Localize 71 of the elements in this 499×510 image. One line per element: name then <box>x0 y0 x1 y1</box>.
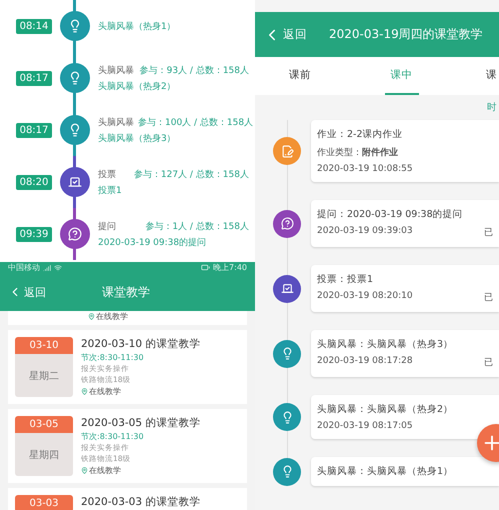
activity-title: 提问：2020-03-19 09:38的提问 <box>317 208 464 221</box>
screen-title: 课堂教学 <box>102 284 150 300</box>
activity-card[interactable]: 投票：投票1 2020-03-19 08:20:10 已 <box>311 265 499 312</box>
period-label: 节次:8:30-11:30 <box>81 352 145 363</box>
activity-type: 头脑风暴 <box>98 64 134 76</box>
location-label: 在线教学 <box>96 311 128 322</box>
class-card[interactable]: 03-03 2020-03-03 的课堂教学 <box>8 488 247 510</box>
activity-type: 投票 <box>98 168 116 180</box>
weekday-label: 星期二 <box>15 354 73 397</box>
tab[interactable]: 课 <box>486 57 499 95</box>
location-pin-icon <box>81 467 88 474</box>
date-label: 03-03 <box>15 495 73 510</box>
clock-time: 晚上7:40 <box>213 262 247 273</box>
time-badge: 08:14 <box>16 18 52 34</box>
participation-count: 参与：93人 / 总数：158人 <box>140 64 249 76</box>
time-badge: 08:20 <box>16 174 52 190</box>
location-label: 在线教学 <box>89 386 121 397</box>
activity-title: 头脑风暴：头脑风暴（热身2） <box>317 403 454 416</box>
period-label: 节次:8:30-11:30 <box>81 431 145 442</box>
activity-title: 头脑风暴：头脑风暴（热身3） <box>317 338 454 351</box>
activity-datetime: 2020-03-19 08:17:28 <box>317 356 413 368</box>
brainstorm-icon <box>273 458 301 486</box>
activity-datetime: 2020-03-19 08:17:05 <box>317 421 413 431</box>
brainstorm-icon <box>273 340 301 368</box>
tab[interactable]: 课前 <box>283 57 317 95</box>
activity-title: 投票1 <box>98 184 123 196</box>
time-badge: 08:17 <box>16 122 52 138</box>
time-badge: 09:39 <box>16 226 52 242</box>
status-label: 已 <box>484 357 493 369</box>
location-pin-icon <box>88 313 95 320</box>
activity-datetime: 2020-03-19 09:39:03 <box>317 226 413 238</box>
battery-icon <box>201 263 210 272</box>
participation-count: 参与：100人 / 总数：158人 <box>138 116 254 128</box>
activity-type: 头脑风暴 <box>98 116 134 128</box>
brainstorm-icon <box>273 403 301 431</box>
class-title: 2020-03-05 的课堂教学 <box>81 416 200 430</box>
class-title: 2020-03-03 的课堂教学 <box>81 495 200 509</box>
activity-card[interactable]: 头脑风暴：头脑风暴（热身2） 2020-03-19 08:17:05 <box>311 395 499 439</box>
homework-icon <box>273 137 301 165</box>
activity-datetime: 2020-03-19 08:20:10 <box>317 291 413 303</box>
activity-title: 头脑风暴（热身1） <box>98 20 177 32</box>
signal-icon <box>43 264 51 272</box>
activity-type: 提问 <box>98 220 116 232</box>
question-icon <box>273 210 301 238</box>
activity-card[interactable]: 作业：2-2课内作业 作业类型：附件作业 2020-03-19 10:08:55 <box>311 120 499 182</box>
carrier-name: 中国移动 <box>8 262 40 273</box>
participation-count: 参与：127人 / 总数：158人 <box>134 168 249 180</box>
date-label: 03-10 <box>15 337 73 354</box>
participation-count: 参与：1人 / 总数：158人 <box>145 220 249 232</box>
status-label: 已 <box>484 292 493 304</box>
activity-card[interactable]: 头脑风暴：头脑风暴（热身3） 2020-03-19 08:17:28 已 <box>311 330 499 377</box>
activity-title: 头脑风暴（热身3） <box>98 132 177 144</box>
activity-title: 头脑风暴：头脑风暴（热身1） <box>317 465 454 478</box>
activity-title: 2020-03-19 09:38的提问 <box>98 236 208 248</box>
activity-title: 头脑风暴（热身2） <box>98 80 177 92</box>
class-title: 2020-03-10 的课堂教学 <box>81 337 200 351</box>
homework-type: 作业类型：附件作业 <box>317 146 399 159</box>
activity-title: 投票：投票1 <box>317 273 374 286</box>
vote-icon <box>273 274 301 302</box>
location-label: 在线教学 <box>89 465 121 476</box>
screen-title: 2020-03-19周四的课堂教学 <box>329 26 483 43</box>
time-badge: 08:17 <box>16 70 52 86</box>
weekday-label: 星期四 <box>15 433 73 476</box>
activity-datetime: 2020-03-19 10:08:55 <box>317 164 413 174</box>
wifi-icon <box>54 264 62 272</box>
status-label: 已 <box>484 227 493 239</box>
location-pin-icon <box>81 388 88 395</box>
date-label: 03-05 <box>15 416 73 433</box>
activity-title: 作业：2-2课内作业 <box>317 128 404 141</box>
activity-card[interactable]: 提问：2020-03-19 09:38的提问 2020-03-19 09:39:03 已 <box>311 200 499 247</box>
activity-card[interactable]: 头脑风暴：头脑风暴（热身1） <box>311 457 499 486</box>
